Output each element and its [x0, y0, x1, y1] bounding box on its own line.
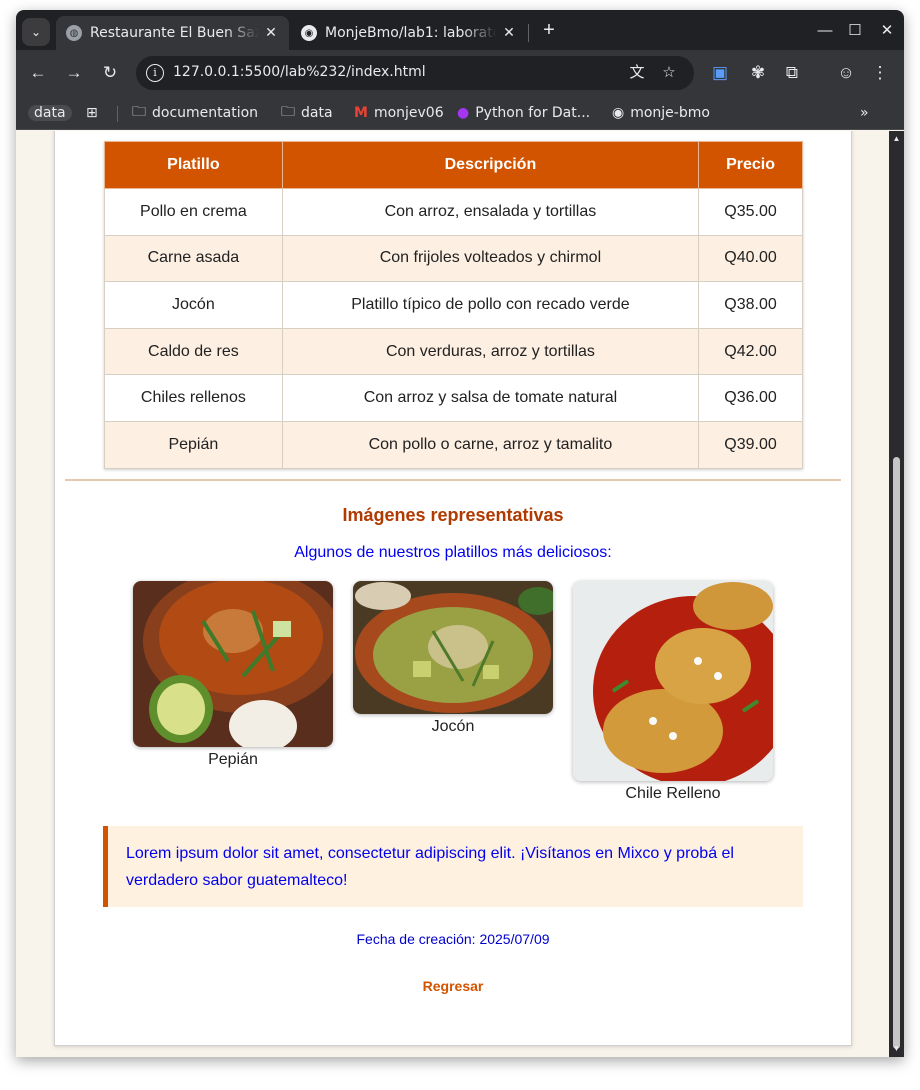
browser-window: ⌄ ◍ Restaurante El Buen Sazón ✕ ◉ MonjeB… [16, 10, 904, 1057]
globe-icon: ◍ [66, 25, 82, 41]
dish-description: Con arroz, ensalada y tortillas [281, 188, 700, 236]
close-tab-icon[interactable]: ✕ [501, 25, 517, 41]
title-bar: ⌄ ◍ Restaurante El Buen Sazón ✕ ◉ MonjeB… [16, 10, 904, 50]
dish-figure-jocon: Jocón [353, 581, 553, 736]
dish-price: Q35.00 [698, 188, 803, 236]
dish-description: Con verduras, arroz y tortillas [281, 327, 700, 376]
address-bar[interactable]: i 127.0.0.1:5500/lab%232/index.html 文 ☆ [136, 56, 694, 90]
close-window-icon[interactable]: ✕ [876, 20, 898, 42]
header-platillo: Platillo [104, 141, 283, 189]
gmail-icon: M [354, 105, 368, 121]
bookmark-monjev06[interactable]: M monjev06 [354, 102, 444, 124]
tab-title: Restaurante El Buen Sazón [90, 25, 259, 41]
extension-icon[interactable]: ✾ [746, 61, 770, 85]
tab-restaurante[interactable]: ◍ Restaurante El Buen Sazón ✕ [56, 16, 289, 50]
minimize-icon[interactable]: — [814, 20, 836, 42]
table-row: Chiles rellenos Con arroz y salsa de tom… [104, 374, 803, 422]
jocon-photo [353, 581, 553, 714]
bookmark-star-icon[interactable]: ☆ [658, 62, 680, 84]
menu-table: Platillo Descripción Precio Pollo en cre… [104, 141, 803, 469]
bookmark-monje-bmo[interactable]: ◉ monje-bmo [612, 102, 710, 124]
translate-icon[interactable]: 文 [626, 62, 648, 84]
dish-name: Carne asada [104, 234, 283, 283]
bookmark-data-folder[interactable]: 🗀 data [281, 102, 333, 124]
table-row: Carne asada Con frijoles volteados y chi… [104, 234, 803, 283]
back-icon[interactable]: ← [26, 61, 50, 85]
dish-caption: Pepián [208, 751, 258, 768]
nav-toolbar: ← → ↻ i 127.0.0.1:5500/lab%232/index.htm… [16, 50, 904, 96]
bookmark-python[interactable]: ● Python for Dat... [457, 102, 590, 124]
bookmarks-separator [117, 106, 118, 122]
info-quote: Lorem ipsum dolor sit amet, consectetur … [103, 826, 803, 907]
more-menu-icon[interactable]: ⋮ [868, 61, 892, 85]
creation-date: Fecha de creación: 2025/07/09 [356, 931, 550, 947]
dish-description: Con frijoles volteados y chirmol [281, 234, 700, 283]
dish-description: Platillo típico de pollo con recado verd… [281, 281, 700, 329]
table-row: Jocón Platillo típico de pollo con recad… [104, 281, 803, 329]
pepian-image [133, 581, 333, 747]
page-viewport: Platillo Descripción Precio Pollo en cre… [16, 131, 889, 1057]
section-divider [65, 479, 841, 481]
scrollbar[interactable]: ▲ ▼ [889, 131, 904, 1057]
dish-name: Jocón [104, 281, 283, 329]
scroll-thumb[interactable] [893, 457, 900, 1049]
back-link[interactable]: Regresar [55, 978, 851, 994]
dish-price: Q42.00 [698, 327, 803, 376]
github-icon: ◉ [301, 25, 317, 41]
more-bookmarks-icon[interactable]: » [860, 102, 869, 124]
forward-icon[interactable]: → [62, 61, 86, 85]
close-tab-icon[interactable]: ✕ [263, 25, 279, 41]
tab-search-button[interactable]: ⌄ [22, 18, 50, 46]
dish-caption: Jocón [431, 718, 475, 735]
folder-icon: 🗀 [132, 104, 146, 120]
bookmark-documentation[interactable]: 🗀 documentation [132, 102, 258, 124]
dish-caption: Chile Relleno [625, 785, 721, 802]
folder-icon: 🗀 [281, 104, 295, 120]
dish-name: Chiles rellenos [104, 374, 283, 422]
reload-icon[interactable]: ↻ [98, 61, 122, 85]
site-info-icon[interactable]: i [146, 64, 164, 82]
apps-grid-icon[interactable]: ⊞ [86, 102, 98, 124]
jocon-image [353, 581, 553, 714]
images-section-title: Imágenes representativas [342, 505, 564, 525]
udemy-icon: ● [457, 105, 470, 121]
url-text[interactable]: 127.0.0.1:5500/lab%232/index.html [173, 64, 426, 80]
table-header-row: Platillo Descripción Precio [104, 141, 803, 189]
dish-name: Pepián [104, 420, 283, 469]
dish-name: Pollo en crema [104, 188, 283, 236]
scroll-up-arrow-icon[interactable]: ▲ [892, 135, 901, 143]
chile-relleno-image [573, 581, 773, 781]
table-row: Pepián Con pollo o carne, arroz y tamali… [104, 420, 803, 469]
dish-price: Q39.00 [698, 420, 803, 469]
header-precio: Precio [698, 141, 803, 189]
dish-price: Q40.00 [698, 234, 803, 283]
table-row: Caldo de res Con verduras, arroz y torti… [104, 327, 803, 376]
dish-name: Caldo de res [104, 327, 283, 376]
bookmarks-bar: data ⊞ 🗀 documentation 🗀 data M monjev06… [16, 96, 904, 130]
scroll-down-arrow-icon[interactable]: ▼ [892, 1045, 901, 1053]
tab-separator [528, 24, 529, 42]
tab-github-lab1[interactable]: ◉ MonjeBmo/lab1: laboratorio ✕ [291, 16, 527, 50]
images-section-subtitle: Algunos de nuestros platillos más delici… [294, 544, 612, 561]
content-card: Platillo Descripción Precio Pollo en cre… [54, 131, 852, 1046]
dish-figure-chile-relleno: Chile Relleno [573, 581, 773, 803]
profile-avatar-icon[interactable]: ☺ [834, 61, 858, 85]
dish-description: Con pollo o carne, arroz y tamalito [281, 420, 700, 469]
new-tab-icon[interactable]: + [537, 18, 561, 42]
bookmark-data-chip[interactable]: data [28, 102, 72, 124]
github-icon: ◉ [612, 105, 625, 121]
table-row: Pollo en crema Con arroz, ensalada y tor… [104, 188, 803, 236]
chile-relleno-photo [573, 581, 773, 781]
translate-extension-icon[interactable]: ▣ [708, 61, 732, 85]
pepian-photo [133, 581, 333, 747]
maximize-icon[interactable]: ☐ [844, 20, 866, 42]
header-descripcion: Descripción [281, 141, 700, 189]
dish-price: Q38.00 [698, 281, 803, 329]
dish-figure-pepian: Pepián [133, 581, 333, 769]
dish-price: Q36.00 [698, 374, 803, 422]
tab-title: MonjeBmo/lab1: laboratorio [325, 25, 497, 41]
dish-description: Con arroz y salsa de tomate natural [281, 374, 700, 422]
extensions-puzzle-icon[interactable]: ⧉ [780, 61, 804, 85]
